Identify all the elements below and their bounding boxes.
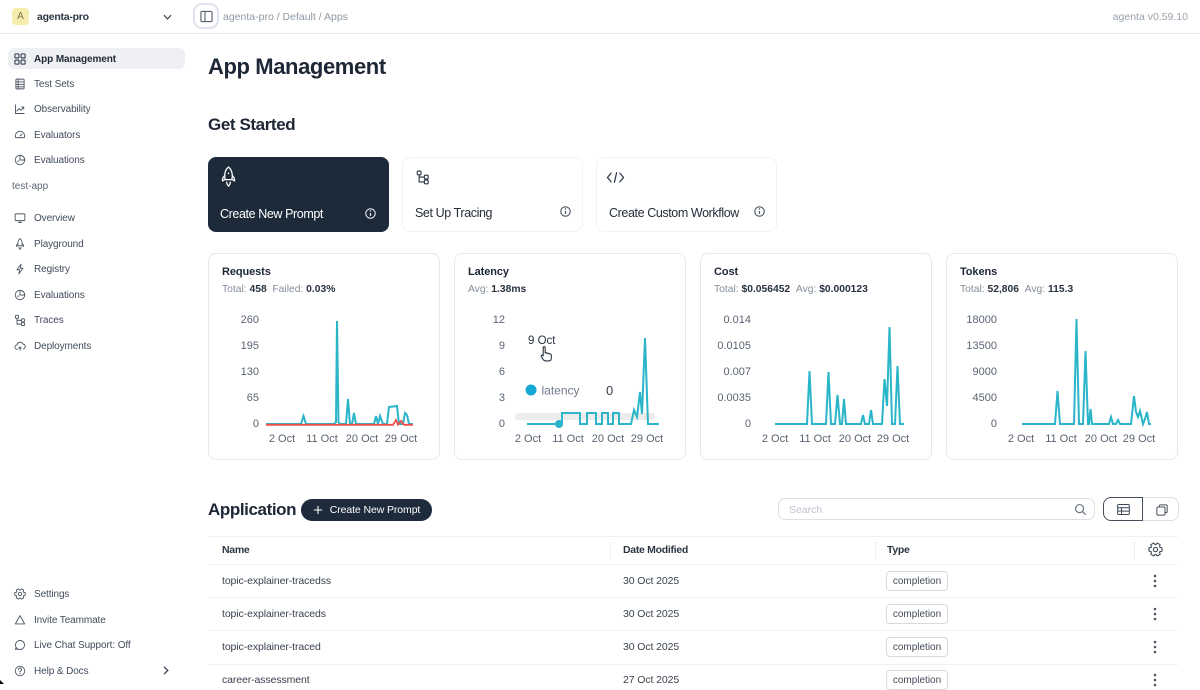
svg-text:0.0035: 0.0035 bbox=[717, 392, 751, 404]
svg-text:6: 6 bbox=[499, 366, 505, 378]
svg-text:18000: 18000 bbox=[966, 314, 997, 326]
svg-text:20 Oct: 20 Oct bbox=[839, 433, 871, 445]
svg-text:20 Oct: 20 Oct bbox=[346, 433, 378, 445]
svg-text:4500: 4500 bbox=[973, 392, 997, 404]
svg-text:0.0105: 0.0105 bbox=[717, 340, 751, 352]
svg-text:13500: 13500 bbox=[966, 340, 997, 352]
svg-text:9 Oct: 9 Oct bbox=[528, 335, 556, 347]
svg-text:0.007: 0.007 bbox=[723, 366, 751, 378]
svg-text:29 Oct: 29 Oct bbox=[631, 433, 663, 445]
svg-text:29 Oct: 29 Oct bbox=[385, 433, 417, 445]
svg-text:11 Oct: 11 Oct bbox=[306, 433, 338, 445]
svg-text:9: 9 bbox=[499, 340, 505, 352]
svg-text:12: 12 bbox=[493, 314, 505, 326]
svg-text:11 Oct: 11 Oct bbox=[552, 433, 584, 445]
svg-text:9000: 9000 bbox=[973, 366, 997, 378]
svg-text:0: 0 bbox=[606, 383, 613, 398]
svg-text:latency: latency bbox=[542, 384, 580, 398]
svg-text:11 Oct: 11 Oct bbox=[799, 433, 831, 445]
svg-text:2 Oct: 2 Oct bbox=[269, 433, 295, 445]
svg-text:0.014: 0.014 bbox=[723, 314, 751, 326]
svg-text:65: 65 bbox=[247, 392, 259, 404]
svg-text:195: 195 bbox=[241, 340, 259, 352]
svg-text:29 Oct: 29 Oct bbox=[1123, 433, 1155, 445]
svg-text:260: 260 bbox=[241, 314, 259, 326]
svg-text:0: 0 bbox=[745, 418, 751, 430]
svg-text:2 Oct: 2 Oct bbox=[515, 433, 541, 445]
svg-text:0: 0 bbox=[991, 418, 997, 430]
svg-text:0: 0 bbox=[499, 418, 505, 430]
svg-text:0: 0 bbox=[253, 418, 259, 430]
svg-text:11 Oct: 11 Oct bbox=[1045, 433, 1077, 445]
svg-text:2 Oct: 2 Oct bbox=[762, 433, 788, 445]
svg-text:20 Oct: 20 Oct bbox=[1085, 433, 1117, 445]
svg-text:3: 3 bbox=[499, 392, 505, 404]
svg-text:2 Oct: 2 Oct bbox=[1008, 433, 1034, 445]
svg-text:130: 130 bbox=[241, 366, 259, 378]
svg-text:29 Oct: 29 Oct bbox=[877, 433, 909, 445]
svg-text:20 Oct: 20 Oct bbox=[592, 433, 624, 445]
